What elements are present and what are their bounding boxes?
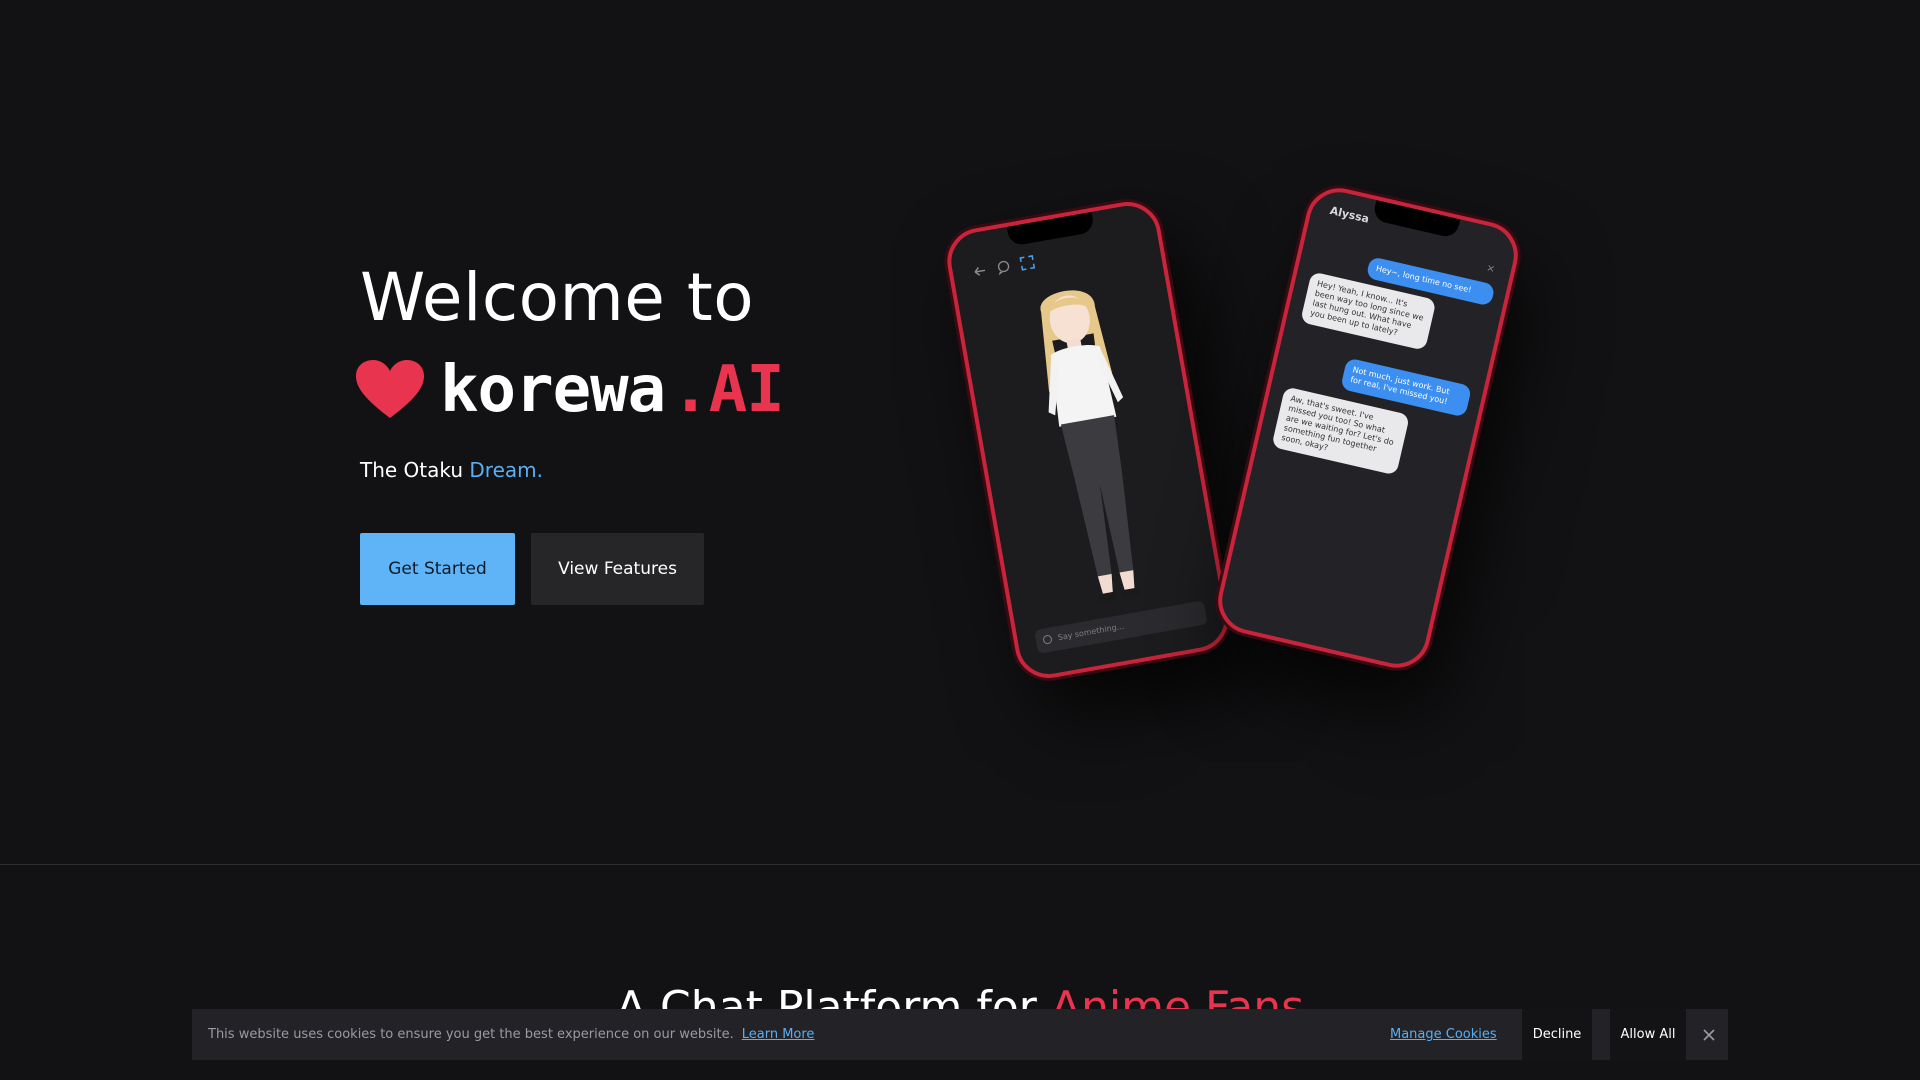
brand-logo: korewa .AI [356,350,785,430]
close-icon[interactable]: × [1485,263,1496,276]
manage-cookies-link[interactable]: Manage Cookies [1390,1009,1497,1060]
view-features-button[interactable]: View Features [531,533,704,605]
get-started-button[interactable]: Get Started [360,533,515,605]
message-input-placeholder: Say something... [1057,621,1125,643]
cookie-close-button[interactable] [1694,1009,1724,1060]
phone-character-view: Say something... [942,196,1234,684]
phone-notch [1371,200,1461,239]
close-icon [1703,1028,1715,1041]
chat-contact-name: Alyssa [1328,204,1371,226]
tagline-accent: Dream. [469,458,543,482]
hero-title: Welcome to [360,259,755,336]
phone-chat-view: Alyssa × Hey~, long time no see! Hey! Ye… [1211,181,1525,675]
section-divider [0,864,1920,865]
chat-icon [997,260,1010,276]
anime-character-illustration [1040,290,1140,603]
phone-toolbar [972,255,1036,280]
brand-name: korewa [440,353,666,427]
cookie-message: This website uses cookies to ensure you … [208,1027,734,1042]
cookie-banner: This website uses cookies to ensure you … [192,1009,1728,1060]
tagline: The Otaku Dream. [360,456,543,484]
back-icon [974,266,986,276]
learn-more-link[interactable]: Learn More [742,1027,815,1042]
tagline-prefix: The Otaku [360,458,470,482]
landing-page: Welcome to korewa .AI The Otaku Dream. G… [0,0,1920,1080]
decline-button[interactable]: Decline [1522,1009,1592,1060]
phone-mockups: Say something... Alyssa × Hey~, long tim… [940,180,1580,700]
allow-all-button[interactable]: Allow All [1610,1009,1686,1060]
heart-icon [356,360,424,418]
message-icon [1043,635,1053,645]
phone-notch [1006,211,1095,247]
expand-icon [1019,255,1036,271]
brand-suffix: .AI [671,353,785,427]
